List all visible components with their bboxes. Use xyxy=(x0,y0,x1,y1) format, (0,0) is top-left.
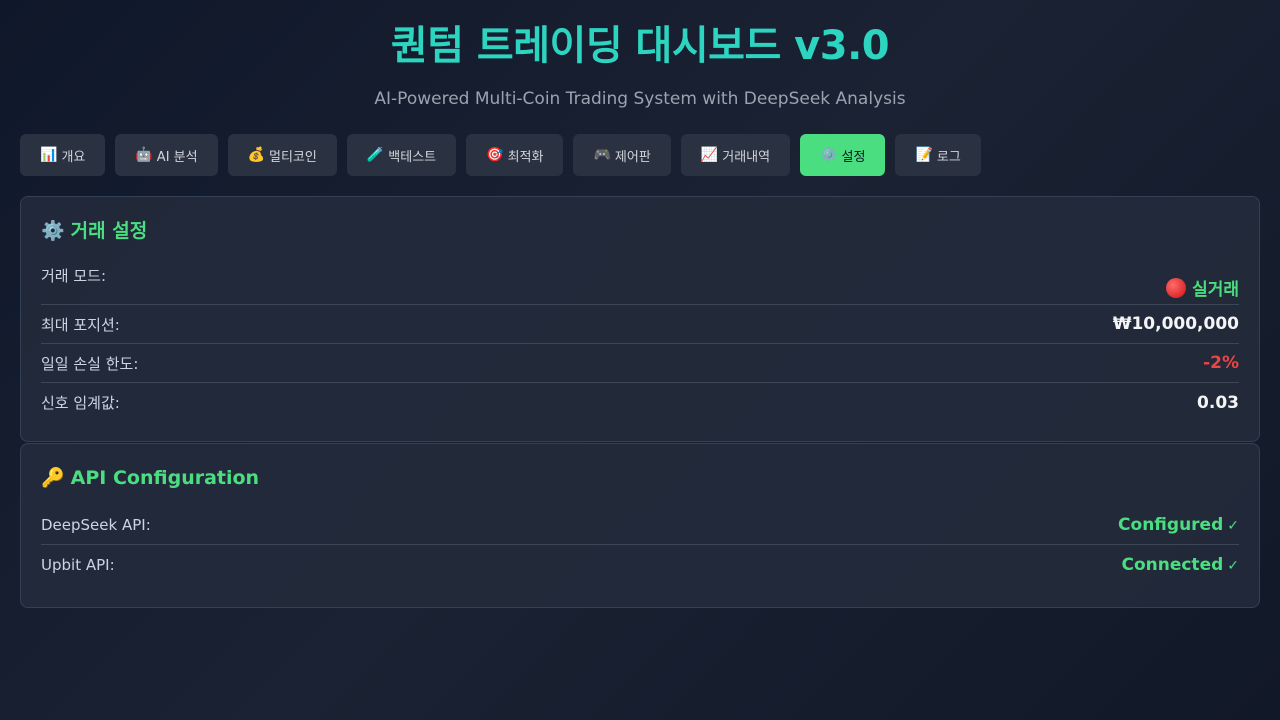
panel-title-text: API Configuration xyxy=(70,467,260,489)
api-row-upbit: Upbit API: Connected ✓ xyxy=(41,545,1239,584)
game-controller-icon: 🎮 xyxy=(593,147,611,163)
setting-row-daily-loss-limit: 일일 손실 한도: -2% xyxy=(41,344,1239,383)
api-label: DeepSeek API: xyxy=(41,516,151,534)
setting-value: 0.03 xyxy=(1197,392,1239,413)
page-title: 퀀텀 트레이딩 대시보드 v3.0 xyxy=(390,23,890,69)
api-row-deepseek: DeepSeek API: Configured ✓ xyxy=(41,506,1239,545)
tab-trade-history[interactable]: 📈 거래내역 xyxy=(680,134,791,176)
tab-settings[interactable]: ⚙️ 설정 xyxy=(800,134,886,176)
setting-row-trade-mode: 거래 모드: 실거래 xyxy=(41,259,1239,305)
setting-row-max-position: 최대 포지션: ₩10,000,000 xyxy=(41,305,1239,344)
header: 퀀텀 트레이딩 대시보드 v3.0 AI-Powered Multi-Coin … xyxy=(0,0,1280,110)
tab-label: 멀티코인 xyxy=(269,149,317,165)
api-status-text: Configured xyxy=(1118,515,1224,535)
gear-icon: ⚙️ xyxy=(820,147,838,163)
tab-backtest[interactable]: 🧪 백테스트 xyxy=(346,134,457,176)
money-bag-icon: 💰 xyxy=(247,147,266,163)
panel-title: 🔑 API Configuration xyxy=(41,464,1239,492)
setting-label: 거래 모드: xyxy=(41,267,107,285)
api-status-text: Connected xyxy=(1121,554,1224,575)
tab-label: AI 분석 xyxy=(156,149,198,165)
tab-overview[interactable]: 📊 개요 xyxy=(20,134,106,176)
tab-control-panel[interactable]: 🎮 제어판 xyxy=(573,134,671,176)
setting-value: ₩10,000,000 xyxy=(1112,314,1239,334)
tab-label: 설정 xyxy=(841,149,866,165)
api-label: Upbit API: xyxy=(41,555,115,574)
setting-label: 일일 손실 한도: xyxy=(41,354,139,373)
trading-settings-panel: ⚙️ 거래 설정 거래 모드: 실거래 최대 포지션: ₩10,000,000 … xyxy=(20,196,1260,442)
memo-icon: 📝 xyxy=(915,147,933,163)
setting-value: -2% xyxy=(1203,353,1239,373)
panel-title-text: 거래 설정 xyxy=(70,220,148,242)
api-status: Configured ✓ xyxy=(1118,515,1239,535)
tab-logs[interactable]: 📝 로그 xyxy=(895,134,981,176)
bar-chart-icon: 📊 xyxy=(40,147,58,163)
target-icon: 🎯 xyxy=(486,147,504,163)
setting-row-signal-threshold: 신호 임계값: 0.03 xyxy=(41,383,1239,422)
page-subtitle: AI-Powered Multi-Coin Trading System wit… xyxy=(374,89,906,109)
tab-label: 개요 xyxy=(61,149,86,165)
api-config-panel: 🔑 API Configuration DeepSeek API: Config… xyxy=(20,443,1260,608)
trending-chart-icon: 📈 xyxy=(700,147,719,163)
tab-label: 제어판 xyxy=(614,149,651,165)
setting-label: 신호 임계값: xyxy=(41,394,120,412)
tab-optimization[interactable]: 🎯 최적화 xyxy=(466,134,564,176)
setting-value: 실거래 xyxy=(1166,265,1239,300)
test-tube-icon: 🧪 xyxy=(366,147,385,163)
tab-label: 백테스트 xyxy=(388,149,437,165)
check-icon: ✓ xyxy=(1227,557,1239,574)
gear-icon: ⚙️ xyxy=(41,220,65,242)
robot-icon: 🤖 xyxy=(135,147,153,163)
red-circle-icon xyxy=(1166,278,1187,298)
tab-label: 거래내역 xyxy=(722,149,771,165)
tab-label: 최적화 xyxy=(507,149,544,165)
tab-label: 로그 xyxy=(936,149,961,165)
tab-bar: 📊 개요 🤖 AI 분석 💰 멀티코인 🧪 백테스트 🎯 최적화 🎮 제어판 📈… xyxy=(20,134,981,176)
check-icon: ✓ xyxy=(1227,518,1239,534)
setting-label: 최대 포지션: xyxy=(41,315,120,334)
key-icon: 🔑 xyxy=(41,467,65,489)
tab-multicoin[interactable]: 💰 멀티코인 xyxy=(227,134,337,176)
setting-value-text: 실거래 xyxy=(1192,280,1239,300)
api-status: Connected ✓ xyxy=(1121,555,1239,575)
tab-ai-analysis[interactable]: 🤖 AI 분석 xyxy=(115,134,218,176)
panel-title: ⚙️ 거래 설정 xyxy=(41,217,1239,245)
